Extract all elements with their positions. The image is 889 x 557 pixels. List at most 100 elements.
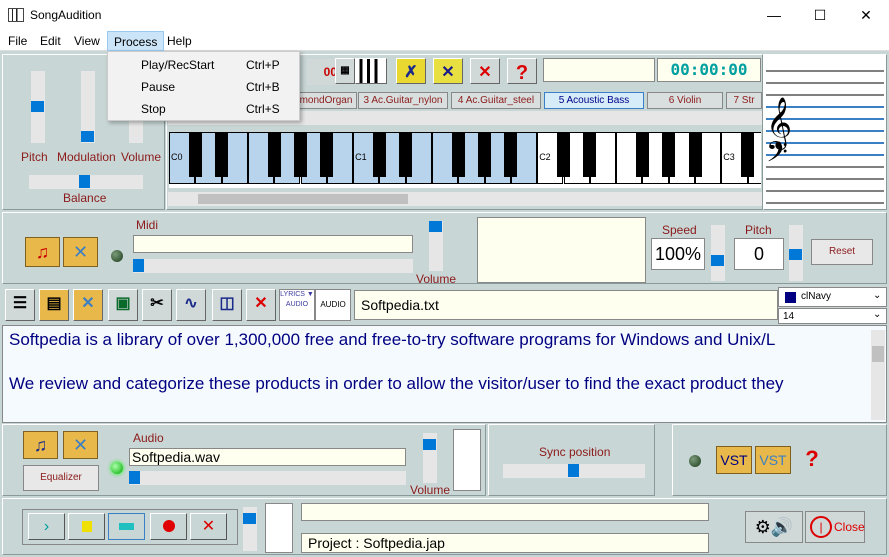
scrollbar-thumb[interactable]: [872, 346, 884, 362]
menu-process[interactable]: Process: [107, 31, 165, 51]
help-icon[interactable]: ?: [507, 58, 537, 84]
pitch2-field[interactable]: 0: [734, 238, 784, 270]
midi-volume-slider[interactable]: [429, 221, 443, 271]
audio-strike-icon[interactable]: AUDIO: [315, 289, 351, 321]
black-key[interactable]: [741, 132, 755, 177]
piano-view-icon[interactable]: [355, 58, 387, 84]
black-key[interactable]: [688, 132, 702, 177]
black-key[interactable]: [188, 132, 202, 177]
close-audio-icon[interactable]: ✕: [63, 431, 98, 459]
black-key[interactable]: [215, 132, 229, 177]
lyrics-audio-icon[interactable]: LYRICS ▼ AUDIO: [279, 289, 315, 321]
font-size-select[interactable]: 14 ⌄: [778, 308, 887, 324]
wave-icon[interactable]: ∿: [176, 289, 206, 321]
instrument-tab[interactable]: 7 Str: [726, 92, 762, 109]
black-key[interactable]: [478, 132, 492, 177]
slider-thumb[interactable]: [789, 249, 802, 260]
lyrics-scrollbar[interactable]: [871, 330, 885, 420]
vst-remove-button[interactable]: VST: [755, 446, 791, 474]
slider-thumb[interactable]: [129, 131, 142, 142]
slider-thumb[interactable]: [568, 464, 579, 477]
open-audio-icon[interactable]: ♫: [23, 431, 58, 459]
lines-icon[interactable]: ☰: [5, 289, 35, 321]
edit-x-icon[interactable]: ✗: [396, 58, 426, 84]
modulation-slider[interactable]: [81, 71, 95, 143]
pitch2-slider[interactable]: [789, 225, 803, 281]
instrument-tab[interactable]: 4 Ac.Guitar_steel: [451, 92, 541, 109]
stop-button[interactable]: [108, 513, 145, 540]
slider-thumb[interactable]: [79, 175, 90, 188]
minimize-button[interactable]: —: [751, 0, 797, 31]
reset-button[interactable]: Reset: [811, 239, 873, 265]
speed-field[interactable]: 100%: [651, 238, 705, 270]
open-midi-icon[interactable]: ♫: [25, 237, 60, 267]
audio-file-field[interactable]: Softpedia.wav: [129, 448, 406, 466]
menu-item-stop[interactable]: Stop Ctrl+S: [108, 98, 299, 120]
instrument-tab[interactable]: 6 Violin: [647, 92, 723, 109]
save-icon[interactable]: ▣: [108, 289, 138, 321]
black-key[interactable]: [557, 132, 570, 177]
audio-position-slider[interactable]: [129, 471, 406, 485]
close-button[interactable]: | Close: [805, 511, 865, 543]
text-icon[interactable]: ▤: [39, 289, 69, 321]
close-midi-icon[interactable]: ✕: [63, 237, 98, 267]
piano-keyboard[interactable]: C0 C1 C2 C3: [169, 132, 761, 188]
record-button[interactable]: [150, 513, 187, 540]
pitch-slider[interactable]: [31, 71, 45, 143]
black-key[interactable]: [583, 132, 597, 177]
play-button[interactable]: ›: [28, 513, 65, 540]
black-key[interactable]: [504, 132, 518, 177]
black-key[interactable]: [372, 132, 386, 177]
menu-edit[interactable]: Edit: [34, 31, 67, 51]
menu-view[interactable]: View: [68, 31, 106, 51]
close-window-button[interactable]: ✕: [843, 0, 889, 31]
slider-thumb[interactable]: [243, 513, 256, 524]
delete-icon[interactable]: ✕: [470, 58, 500, 84]
instrument-tab[interactable]: 3 Ac.Guitar_nylon: [358, 92, 448, 109]
black-key[interactable]: [320, 132, 334, 177]
vst-help-icon[interactable]: ?: [794, 446, 830, 474]
menu-file[interactable]: File: [2, 31, 33, 51]
slider-thumb[interactable]: [423, 439, 436, 450]
black-key[interactable]: [662, 132, 676, 177]
instrument-tab[interactable]: mondOrgan: [295, 92, 357, 109]
settings-speaker-icon[interactable]: ⚙🔊: [745, 511, 803, 543]
vst-button[interactable]: VST: [716, 446, 752, 474]
slider-thumb[interactable]: [81, 131, 94, 142]
maximize-button[interactable]: ☐: [797, 0, 843, 31]
master-volume-slider[interactable]: [243, 507, 257, 551]
black-key[interactable]: [399, 132, 413, 177]
speed-slider[interactable]: [711, 225, 725, 281]
wave-select-icon[interactable]: ◫: [212, 289, 242, 321]
clear-wave-icon[interactable]: ✕: [246, 289, 276, 321]
balance-slider[interactable]: [29, 175, 143, 189]
lyrics-file-field[interactable]: Softpedia.txt: [354, 290, 778, 320]
cut-icon[interactable]: ✂: [142, 289, 172, 321]
record-stop-button[interactable]: ✕: [190, 513, 227, 540]
grid-view-icon[interactable]: ▦: [335, 58, 355, 84]
black-key[interactable]: [635, 132, 649, 177]
menu-item-play[interactable]: Play/RecStart Ctrl+P: [108, 54, 299, 76]
slider-thumb[interactable]: [711, 255, 724, 266]
instrument-tab-selected[interactable]: 5 Acoustic Bass: [544, 92, 644, 109]
black-key[interactable]: [451, 132, 465, 177]
slider-thumb[interactable]: [429, 221, 442, 232]
keyboard-scrollbar[interactable]: [168, 192, 762, 206]
slider-thumb[interactable]: [31, 101, 44, 112]
lyrics-text-area[interactable]: Softpedia is a library of over 1,300,000…: [2, 325, 887, 423]
slider-thumb[interactable]: [129, 471, 140, 484]
menu-item-pause[interactable]: Pause Ctrl+B: [108, 76, 299, 98]
close-text-icon[interactable]: ✕: [73, 289, 103, 321]
black-key[interactable]: [294, 132, 307, 177]
pause-button[interactable]: [68, 513, 105, 540]
scrollbar-thumb[interactable]: [198, 194, 408, 204]
midi-position-slider[interactable]: [133, 259, 413, 273]
slider-thumb[interactable]: [133, 259, 144, 272]
menu-help[interactable]: Help: [161, 31, 198, 51]
audio-volume-slider[interactable]: [423, 433, 437, 483]
equalizer-button[interactable]: Equalizer: [23, 465, 99, 491]
color-select[interactable]: clNavy ⌄: [778, 287, 887, 307]
sync-slider[interactable]: [503, 464, 645, 478]
midi-file-field[interactable]: [133, 235, 413, 253]
black-key[interactable]: [267, 132, 281, 177]
